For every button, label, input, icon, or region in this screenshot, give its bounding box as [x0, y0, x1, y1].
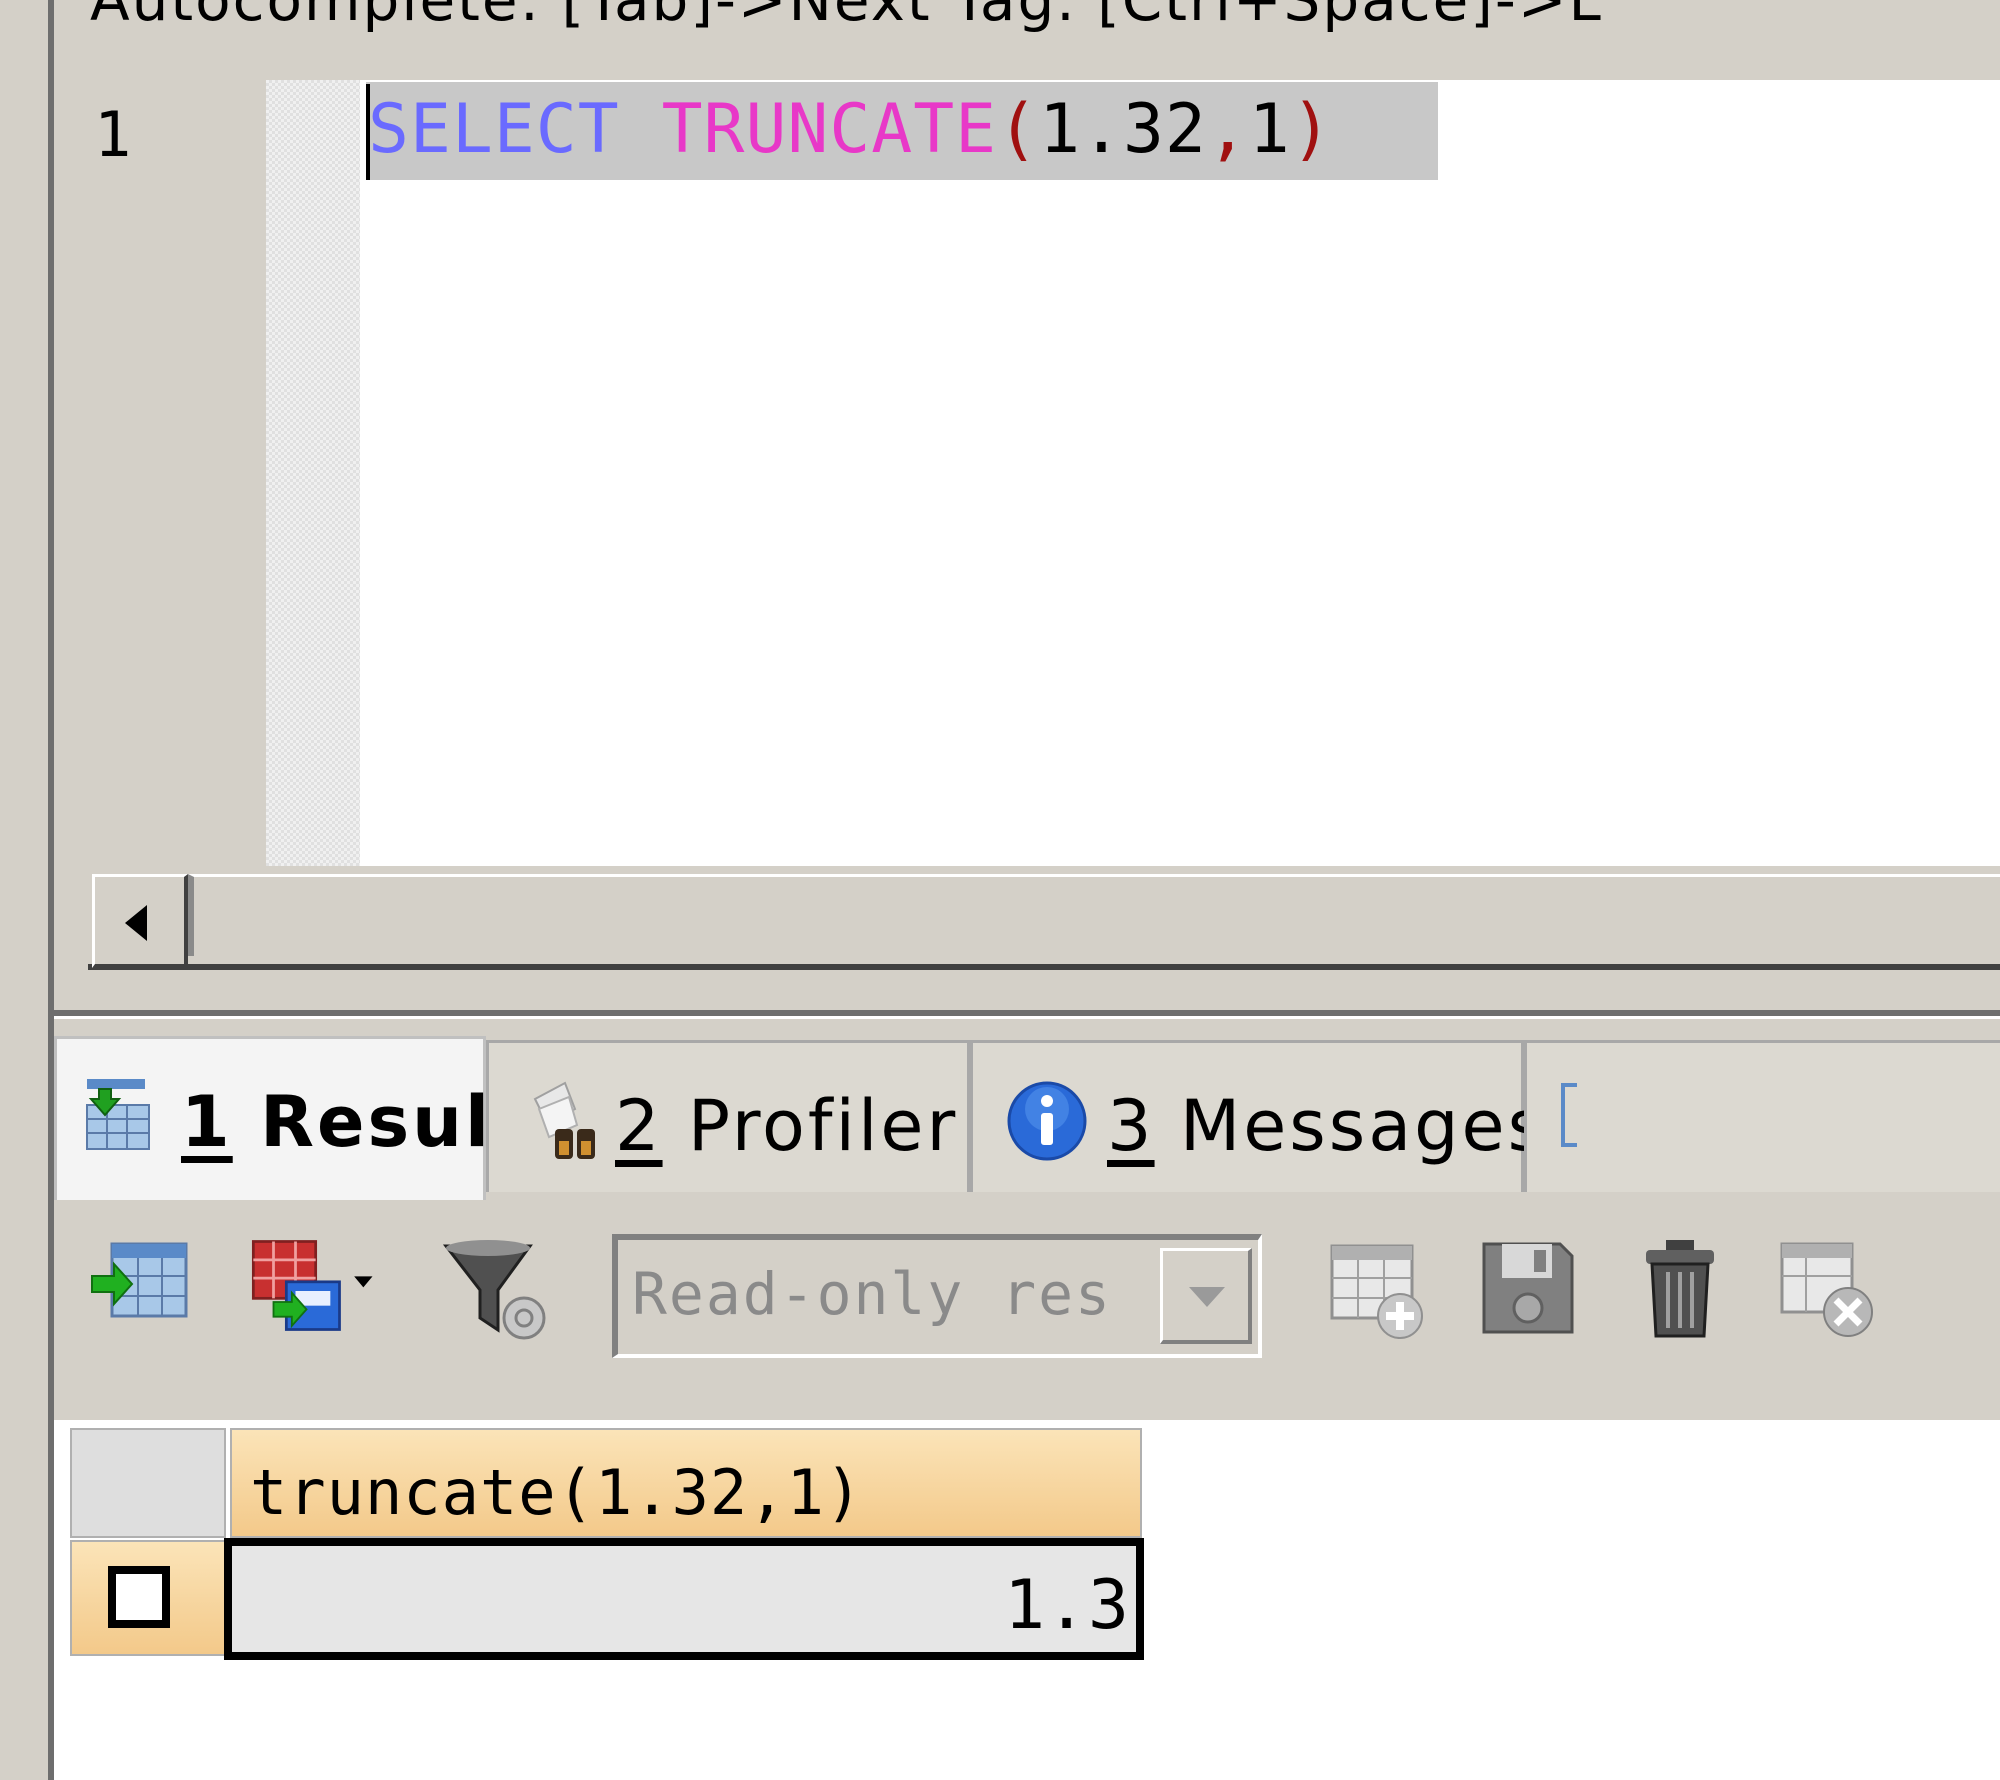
- sql-paren-close: ): [1290, 90, 1333, 169]
- column-header[interactable]: truncate(1.32,1): [230, 1428, 1142, 1538]
- column-header-label: truncate(1.32,1): [250, 1456, 864, 1529]
- sql-function: TRUNCATE: [661, 90, 998, 169]
- export-data-icon[interactable]: [90, 1236, 200, 1346]
- cancel-changes-icon[interactable]: [1776, 1236, 1886, 1346]
- sql-editor[interactable]: 1 SELECT TRUNCATE(1.32,1): [54, 80, 2000, 866]
- tab-messages-label: 3 Messages: [1107, 1085, 1548, 1167]
- line-number: 1: [94, 98, 132, 171]
- scrollbar-track[interactable]: [188, 874, 2000, 956]
- filter-icon[interactable]: [440, 1236, 550, 1346]
- combo-dropdown-button[interactable]: [1160, 1248, 1252, 1344]
- line-number-gutter: 1: [54, 80, 266, 866]
- autocomplete-hint-text: Autocomplete: [Tab]->Next Tag. [Ctrl+Spa…: [90, 0, 1603, 34]
- pane-splitter-highlight: [54, 1016, 2000, 1019]
- sql-number-arg2: 1: [1248, 90, 1291, 169]
- tab-more[interactable]: [1524, 1040, 2000, 1192]
- export-options-icon[interactable]: [242, 1236, 382, 1346]
- fold-margin: [266, 80, 360, 866]
- grid-corner-cell[interactable]: [70, 1428, 226, 1538]
- readonly-results-select[interactable]: Read-only res: [612, 1234, 1262, 1358]
- info-icon: [1007, 1081, 1087, 1161]
- row-checkbox[interactable]: [108, 1566, 170, 1628]
- sql-paren-open: (: [997, 90, 1040, 169]
- delete-icon[interactable]: [1628, 1236, 1738, 1346]
- save-icon[interactable]: [1474, 1236, 1584, 1346]
- tab-messages[interactable]: 3 Messages: [970, 1040, 1544, 1192]
- arrow-left-icon: [125, 905, 147, 941]
- profiler-binoculars-icon: [533, 1081, 595, 1159]
- result-toolbar: Read-only res: [54, 1200, 2000, 1420]
- chevron-down-icon: [1189, 1287, 1225, 1307]
- tab-result[interactable]: 1 Result: [54, 1036, 525, 1200]
- results-grid: truncate(1.32,1) 1.3: [54, 1420, 2000, 1780]
- readonly-results-value: Read-only res: [632, 1260, 1112, 1328]
- tab-profiler-label: 2 Profiler: [615, 1085, 959, 1167]
- window-frame: [0, 0, 14, 1780]
- scroll-left-button[interactable]: [92, 874, 188, 968]
- table-cell[interactable]: 1.3: [224, 1538, 1144, 1660]
- text-caret: [366, 84, 370, 180]
- editor-horizontal-scrollbar[interactable]: [88, 866, 2000, 970]
- code-text[interactable]: SELECT TRUNCATE(1.32,1): [368, 90, 1333, 170]
- sql-number-arg1: 1.32: [1039, 90, 1207, 169]
- sql-comma: ,: [1206, 90, 1249, 169]
- result-grid-icon: [86, 1079, 150, 1150]
- sql-keyword: SELECT: [368, 90, 620, 169]
- autocomplete-hint-bar: Autocomplete: [Tab]->Next Tag. [Ctrl+Spa…: [54, 0, 2000, 80]
- add-row-icon[interactable]: [1324, 1236, 1434, 1346]
- row-header[interactable]: [70, 1540, 226, 1656]
- tab-profiler[interactable]: 2 Profiler: [486, 1040, 970, 1192]
- result-tab-strip: 1 Result 2 Profiler 3 Messages: [54, 1036, 2000, 1200]
- tab-more-icon: [1561, 1083, 1577, 1147]
- tab-result-label: 1 Result: [181, 1081, 529, 1163]
- cell-value: 1.3: [1004, 1566, 1130, 1645]
